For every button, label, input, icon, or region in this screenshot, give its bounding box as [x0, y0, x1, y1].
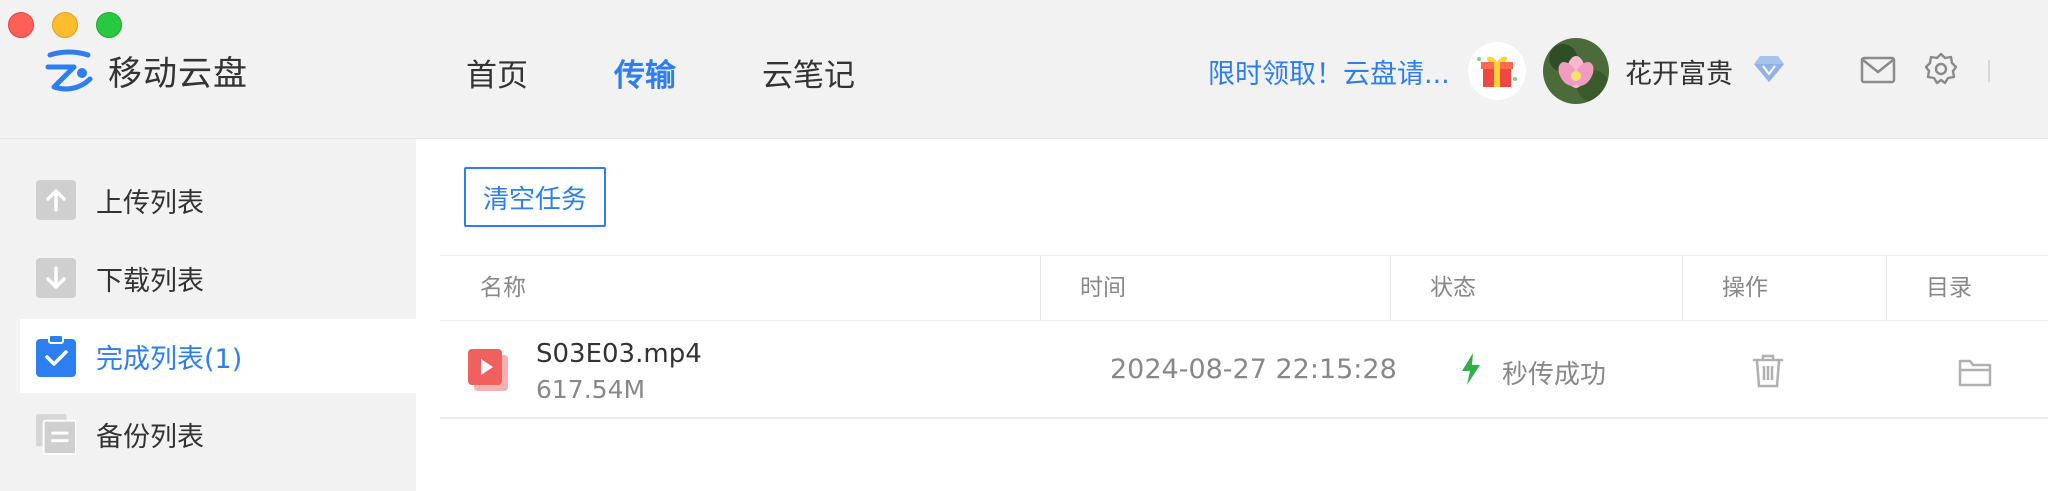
username[interactable]: 花开富贵	[1625, 52, 1733, 91]
close-window-button[interactable]	[8, 12, 34, 38]
gift-icon	[1477, 56, 1517, 87]
vip-diamond-icon[interactable]	[1752, 54, 1786, 84]
header-divider	[1988, 60, 1990, 82]
file-time: 2024-08-27 22:15:28	[1110, 354, 1397, 385]
sidebar-item-completed[interactable]: 完成列表(1)	[20, 319, 416, 393]
file-name: S03E03.mp4	[536, 339, 702, 369]
column-header-action[interactable]: 操作	[1722, 256, 1768, 320]
file-size: 617.54M	[536, 375, 646, 404]
app-name: 移动云盘	[108, 54, 248, 94]
clipboard-check-icon	[36, 335, 76, 377]
column-header-time[interactable]: 时间	[1080, 256, 1126, 320]
sidebar-item-backup[interactable]: 备份列表	[20, 397, 416, 471]
sidebar-item-label: 完成列表(1)	[96, 343, 243, 375]
sidebar-item-label: 下载列表	[96, 265, 204, 297]
sidebar-item-label: 备份列表	[96, 421, 204, 453]
backup-docs-icon	[36, 414, 76, 455]
top-bar: 移动云盘 首页 传输 云笔记 限时领取！云盘请... 花开富贵	[0, 0, 2048, 139]
nav-cloud-notes[interactable]: 云笔记	[762, 50, 855, 95]
clear-tasks-button[interactable]: 清空任务	[464, 167, 606, 227]
table-row[interactable]: S03E03.mp4 617.54M 2024-08-27 22:15:28 秒…	[440, 321, 2048, 419]
transfer-content: 清空任务 名称 时间 状态 操作 目录 S03E03.mp4 617.54M 2…	[416, 139, 2048, 491]
table-header: 名称 时间 状态 操作 目录	[440, 255, 2048, 321]
column-divider	[1886, 256, 1887, 320]
promo-link[interactable]: 限时领取！云盘请...	[1208, 52, 1450, 91]
open-folder-icon[interactable]	[1958, 357, 1992, 387]
sidebar-item-upload[interactable]: 上传列表	[20, 163, 416, 237]
user-avatar[interactable]	[1543, 38, 1609, 104]
delete-trash-icon[interactable]	[1752, 353, 1784, 389]
window-controls	[8, 12, 122, 38]
column-header-directory[interactable]: 目录	[1926, 256, 1972, 320]
download-arrow-icon	[36, 258, 76, 298]
zoom-window-button[interactable]	[96, 12, 122, 38]
transfer-status: 秒传成功	[1502, 360, 1607, 390]
nav-home[interactable]: 首页	[466, 50, 528, 95]
cloud-logo-icon	[45, 49, 93, 91]
video-file-icon	[468, 349, 508, 391]
lotus-avatar-icon	[1543, 38, 1609, 104]
mail-icon[interactable]	[1860, 56, 1896, 84]
sidebar-item-label: 上传列表	[96, 187, 204, 219]
nav-transfer[interactable]: 传输	[614, 50, 676, 95]
app-logo: 移动云盘	[44, 46, 248, 95]
column-divider	[1682, 256, 1683, 320]
settings-gear-icon[interactable]	[1924, 52, 1958, 86]
sidebar: 上传列表 下载列表 完成列表(1) 备份列表	[0, 139, 416, 491]
column-header-status[interactable]: 状态	[1430, 256, 1476, 320]
column-divider	[1390, 256, 1391, 320]
column-divider	[1040, 256, 1041, 320]
lightning-icon	[1462, 353, 1480, 385]
upload-arrow-icon	[36, 180, 76, 220]
column-header-name[interactable]: 名称	[480, 256, 526, 320]
minimize-window-button[interactable]	[52, 12, 78, 38]
gift-button[interactable]	[1468, 42, 1526, 100]
sidebar-item-download[interactable]: 下载列表	[20, 241, 416, 315]
